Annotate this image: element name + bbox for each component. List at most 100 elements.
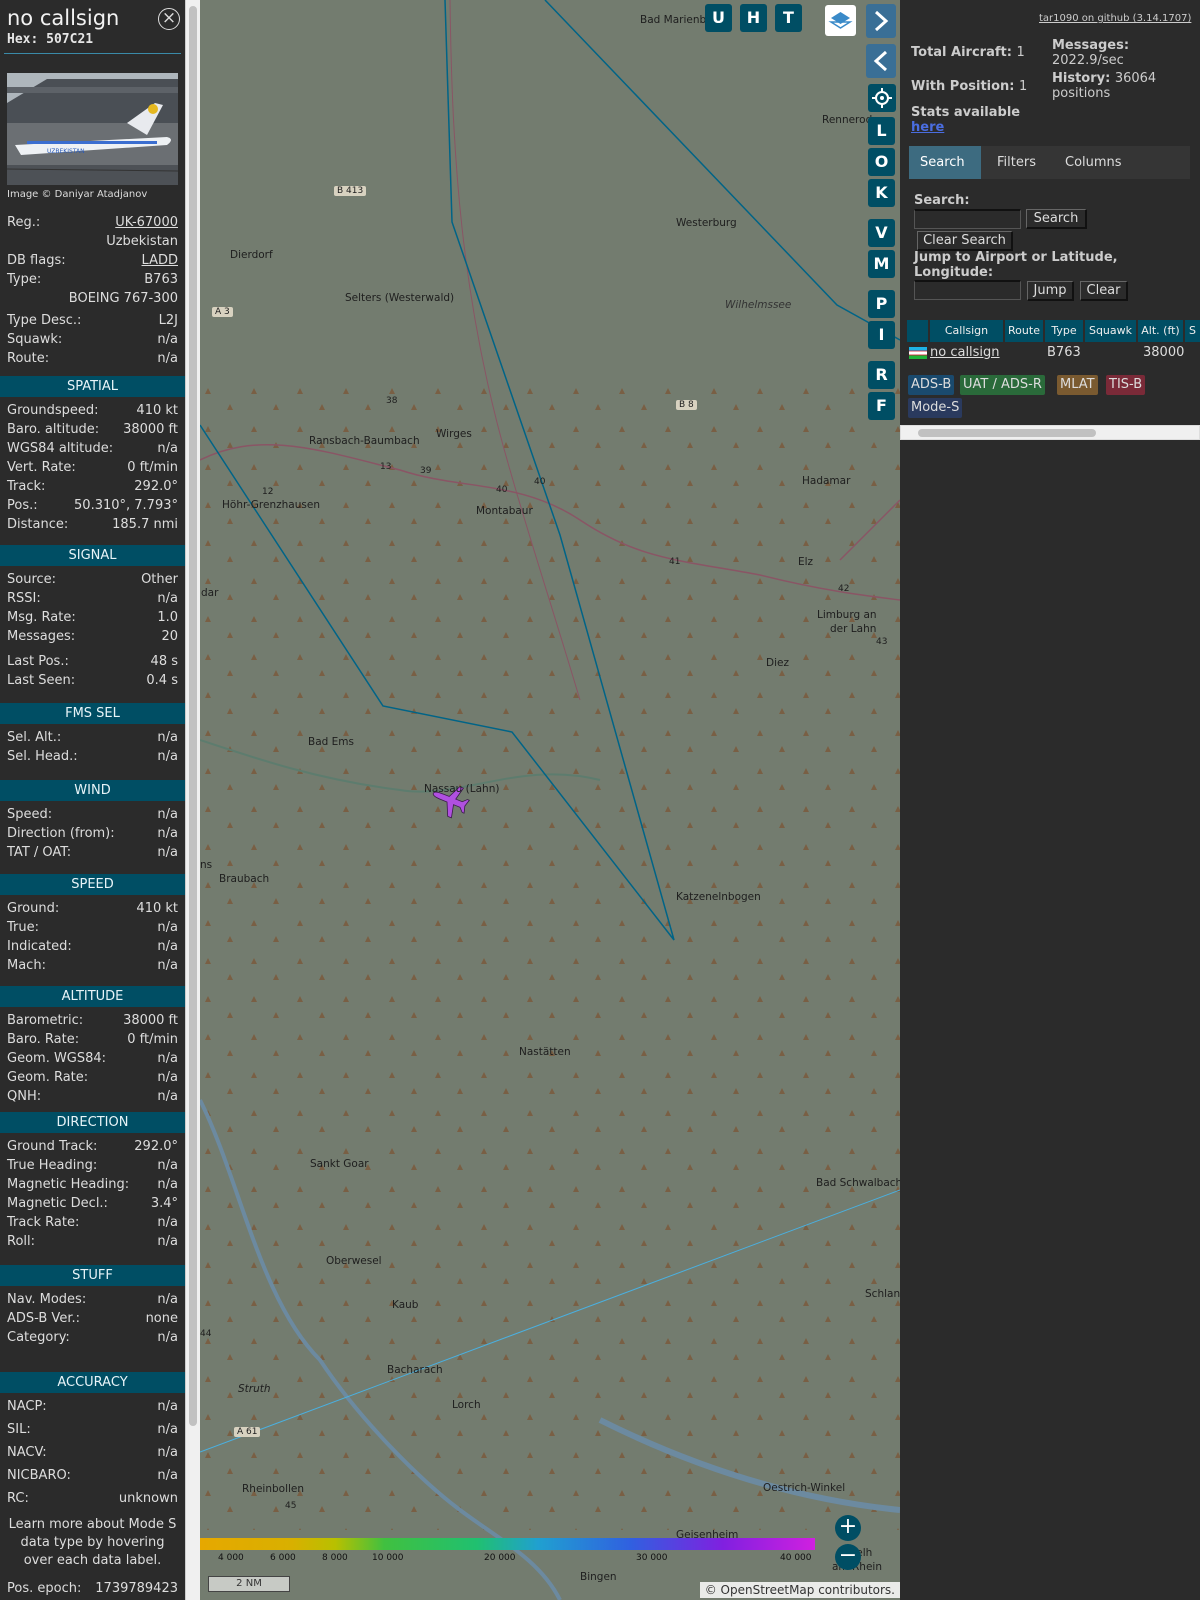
map-place-label: Westerburg bbox=[676, 217, 737, 229]
info-value: 50.310°, 7.793° bbox=[74, 498, 178, 513]
altitude-scale-label: 20 000 bbox=[484, 1553, 516, 1563]
info-row: Nav. Modes: n/a bbox=[7, 1292, 178, 1310]
clear-search-button[interactable]: Clear Search bbox=[917, 231, 1013, 251]
source-badge-uat[interactable]: UAT / ADS-R bbox=[960, 375, 1045, 395]
info-row: NACP: n/a bbox=[7, 1399, 178, 1417]
layers-icon[interactable] bbox=[825, 5, 856, 36]
search-button[interactable]: Search bbox=[1026, 209, 1087, 229]
info-row: Speed: n/a bbox=[7, 807, 178, 825]
tab-filters[interactable]: Filters bbox=[986, 146, 1047, 179]
map-attribution[interactable]: © OpenStreetMap contributors. bbox=[699, 1582, 900, 1598]
gear-icon[interactable] bbox=[868, 84, 896, 112]
info-value: 1739789423 bbox=[95, 1581, 178, 1596]
zoom-out-button[interactable]: − bbox=[835, 1544, 861, 1570]
altitude-scale-label: 8 000 bbox=[322, 1553, 348, 1563]
toolbar-button-t[interactable]: T bbox=[775, 4, 802, 32]
info-row: Reg.: UK-67000 bbox=[7, 215, 178, 233]
info-label: True: bbox=[7, 920, 39, 935]
table-header[interactable]: Route bbox=[1005, 320, 1044, 342]
info-value[interactable]: LADD bbox=[142, 253, 178, 268]
toolbar-button-h[interactable]: H bbox=[740, 4, 767, 32]
info-label: NICBARO: bbox=[7, 1468, 71, 1483]
jump-input[interactable] bbox=[914, 280, 1021, 300]
info-value: n/a bbox=[157, 1399, 178, 1414]
table-header[interactable]: Squawk bbox=[1085, 320, 1137, 342]
info-row: Uzbekistan bbox=[7, 234, 178, 252]
github-link[interactable]: tar1090 on github (3.14.1707) bbox=[1039, 13, 1191, 24]
search-label: Search: bbox=[914, 193, 970, 208]
table-header[interactable]: Callsign bbox=[930, 320, 1004, 342]
scrollbar-thumb[interactable] bbox=[189, 6, 197, 1426]
table-header[interactable]: S bbox=[1185, 320, 1200, 342]
table-header-flag[interactable] bbox=[907, 320, 929, 342]
table-cell-callsign[interactable]: no callsign bbox=[930, 344, 1000, 362]
close-icon[interactable]: × bbox=[158, 8, 180, 30]
map-button-f[interactable]: F bbox=[868, 392, 895, 420]
map-view[interactable]: Bad Marienberg Rennerod Westerburg B 413… bbox=[200, 0, 900, 1600]
section-header-signal: SIGNAL bbox=[0, 545, 185, 566]
aircraft-title: no callsign bbox=[7, 6, 120, 30]
info-row: RSSI: n/a bbox=[7, 591, 178, 609]
map-button-l[interactable]: L bbox=[868, 117, 895, 145]
info-value: n/a bbox=[157, 441, 178, 456]
info-row: Sel. Head.: n/a bbox=[7, 749, 178, 767]
zoom-in-button[interactable]: + bbox=[835, 1515, 861, 1541]
table-header[interactable]: Alt. (ft) bbox=[1138, 320, 1184, 342]
info-row: NICBARO: n/a bbox=[7, 1468, 178, 1486]
road-number: 42 bbox=[838, 584, 850, 594]
info-value: 0 ft/min bbox=[127, 1032, 178, 1047]
map-place-label: Nassau (Lahn) bbox=[424, 783, 500, 795]
info-label: Distance: bbox=[7, 517, 69, 532]
tab-columns[interactable]: Columns bbox=[1054, 146, 1133, 179]
chevron-right-icon[interactable] bbox=[866, 4, 896, 38]
info-row: ADS-B Ver.: none bbox=[7, 1311, 178, 1329]
info-row: Track: 292.0° bbox=[7, 479, 178, 497]
aircraft-photo[interactable]: UZBEKISTAN bbox=[7, 73, 178, 185]
source-badge-tisb[interactable]: TIS-B bbox=[1106, 375, 1146, 395]
info-value: Uzbekistan bbox=[106, 234, 178, 249]
info-value: 185.7 nmi bbox=[112, 517, 178, 532]
section-header-spatial: SPATIAL bbox=[0, 376, 185, 397]
info-row: SIL: n/a bbox=[7, 1422, 178, 1440]
search-input[interactable] bbox=[914, 209, 1021, 229]
toolbar-button-u[interactable]: U bbox=[705, 4, 732, 32]
info-label: Speed: bbox=[7, 807, 53, 822]
section-header-stuff: STUFF bbox=[0, 1265, 185, 1286]
map-place-label: Dierdorf bbox=[230, 249, 273, 261]
info-value: 0.4 s bbox=[146, 673, 178, 688]
sidebar-scrollbar[interactable] bbox=[185, 0, 200, 1600]
stats-link[interactable]: here bbox=[911, 120, 944, 135]
chevron-left-icon[interactable] bbox=[866, 44, 896, 78]
map-button-o[interactable]: O bbox=[868, 148, 895, 176]
source-badge-modes[interactable]: Mode-S bbox=[908, 398, 963, 418]
info-label: Category: bbox=[7, 1330, 70, 1345]
map-button-m[interactable]: M bbox=[868, 250, 895, 278]
map-button-i[interactable]: I bbox=[868, 321, 895, 349]
map-place-label: Kaub bbox=[392, 1299, 419, 1311]
tab-search[interactable]: Search bbox=[909, 146, 981, 179]
info-label: Groundspeed: bbox=[7, 403, 99, 418]
source-badge-adsb[interactable]: ADS-B bbox=[908, 375, 955, 395]
info-label: Barometric: bbox=[7, 1013, 84, 1028]
table-cell-altitude: 38000 bbox=[1143, 345, 1185, 360]
jump-button[interactable]: Jump bbox=[1027, 281, 1074, 301]
source-badge-mlat[interactable]: MLAT bbox=[1057, 375, 1098, 395]
info-label: Ground: bbox=[7, 901, 60, 916]
info-label: Baro. Rate: bbox=[7, 1032, 80, 1047]
altitude-scale-label: 40 000 bbox=[780, 1553, 812, 1563]
map-button-r[interactable]: R bbox=[868, 361, 895, 389]
map-button-k[interactable]: K bbox=[868, 179, 895, 207]
info-value[interactable]: UK-67000 bbox=[115, 215, 178, 230]
clear-button[interactable]: Clear bbox=[1080, 281, 1128, 301]
map-button-p[interactable]: P bbox=[868, 290, 895, 318]
info-value: n/a bbox=[157, 1051, 178, 1066]
info-row: RC: unknown bbox=[7, 1491, 178, 1509]
scrollbar-thumb[interactable] bbox=[918, 429, 1096, 437]
table-horizontal-scrollbar[interactable] bbox=[900, 425, 1200, 440]
map-button-v[interactable]: V bbox=[868, 219, 895, 247]
info-row: Source: Other bbox=[7, 572, 178, 590]
info-value: BOEING 767-300 bbox=[68, 291, 178, 306]
pos-epoch-row: Pos. epoch: 1739789423 bbox=[7, 1581, 178, 1599]
table-header[interactable]: Type bbox=[1045, 320, 1084, 342]
info-row: Sel. Alt.: n/a bbox=[7, 730, 178, 748]
